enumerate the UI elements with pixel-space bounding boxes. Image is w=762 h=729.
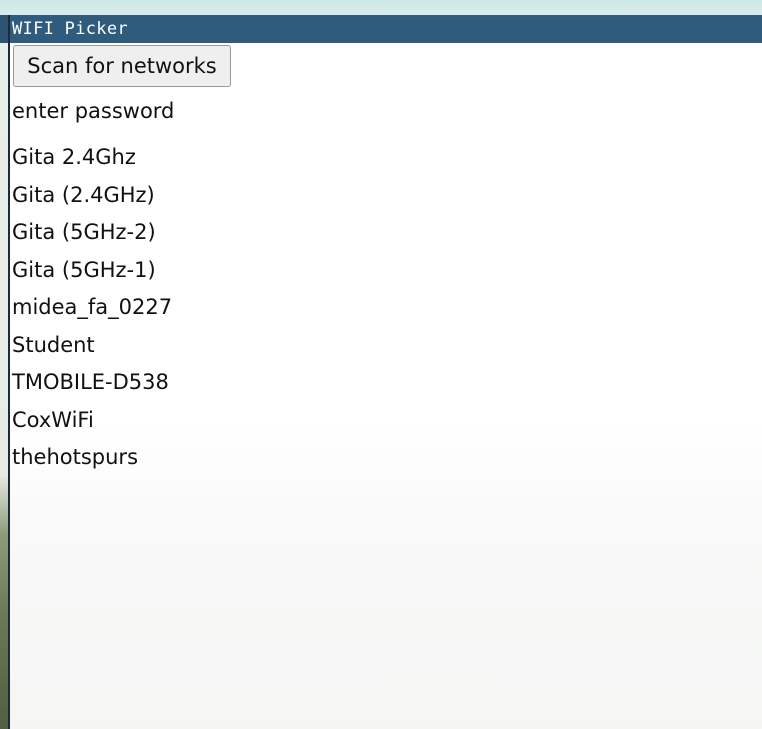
network-item[interactable]: Gita (2.4GHz): [12, 177, 172, 215]
network-item[interactable]: midea_fa_0227: [12, 289, 172, 327]
network-item[interactable]: Student: [12, 327, 172, 365]
network-item[interactable]: thehotspurs: [12, 439, 172, 477]
window-title: WIFI Picker: [12, 19, 128, 39]
desktop-wallpaper: [0, 15, 8, 729]
network-item[interactable]: CoxWiFi: [12, 402, 172, 440]
scan-for-networks-button[interactable]: Scan for networks: [13, 45, 231, 87]
window-titlebar[interactable]: WIFI Picker: [10, 15, 762, 43]
network-item[interactable]: Gita (5GHz-1): [12, 252, 172, 290]
network-item[interactable]: TMOBILE-D538: [12, 364, 172, 402]
network-list: Gita 2.4Ghz Gita (2.4GHz) Gita (5GHz-2) …: [12, 139, 172, 477]
network-item[interactable]: Gita 2.4Ghz: [12, 139, 172, 177]
window-content: Scan for networks enter password Gita 2.…: [10, 43, 762, 729]
wifi-picker-window: WIFI Picker Scan for networks enter pass…: [8, 15, 762, 729]
enter-password-label[interactable]: enter password: [12, 98, 174, 124]
network-item[interactable]: Gita (5GHz-2): [12, 214, 172, 252]
